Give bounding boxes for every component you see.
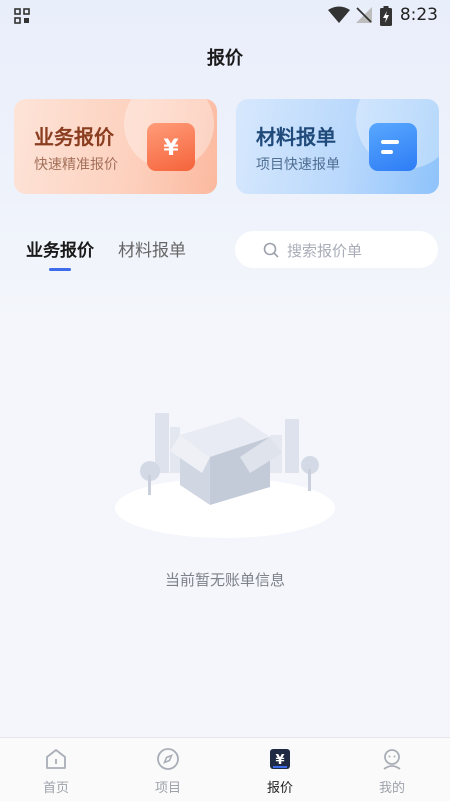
search-placeholder: 搜索报价单 xyxy=(287,242,363,260)
svg-text:¥: ¥ xyxy=(163,136,179,161)
empty-state-message: 当前暂无账单信息 xyxy=(164,571,285,589)
active-tab-indicator xyxy=(49,268,71,271)
yen-tag-icon: ¥ xyxy=(147,123,195,171)
nav-home[interactable]: 首页 xyxy=(0,738,112,801)
app-grid-icon xyxy=(14,8,30,24)
profile-icon xyxy=(383,749,401,770)
search-input[interactable]: 搜索报价单 xyxy=(235,231,438,268)
no-signal-icon xyxy=(356,7,372,23)
nav-label: 报价 xyxy=(266,781,293,796)
business-quote-card[interactable]: 业务报价 快速精准报价 ¥ xyxy=(14,99,217,194)
compass-icon xyxy=(157,748,179,770)
home-icon xyxy=(46,749,66,769)
svg-text:¥: ¥ xyxy=(275,753,284,768)
material-order-card[interactable]: 材料报单 项目快速报单 xyxy=(236,99,439,194)
nav-profile[interactable]: 我的 xyxy=(336,738,448,801)
page-title: 报价 xyxy=(207,48,243,69)
card-title: 业务报价 xyxy=(34,125,114,149)
tab-material-order[interactable]: 材料报单 xyxy=(118,236,186,261)
quote-icon: ¥ xyxy=(270,749,290,769)
nav-label: 首页 xyxy=(42,781,69,796)
nav-label: 我的 xyxy=(378,781,405,796)
tab-business-quote[interactable]: 业务报价 xyxy=(26,236,94,261)
battery-icon xyxy=(380,6,392,26)
nav-projects[interactable]: 项目 xyxy=(112,738,224,801)
card-subtitle: 快速精准报价 xyxy=(34,157,118,173)
wifi-icon xyxy=(328,6,350,23)
status-time: 8:23 xyxy=(399,5,438,25)
document-list-icon xyxy=(369,123,417,171)
bottom-navigation: 首页 项目 ¥ 报价 我的 xyxy=(0,737,450,801)
card-subtitle: 项目快速报单 xyxy=(256,157,340,173)
nav-quote[interactable]: ¥ 报价 xyxy=(224,738,336,801)
search-icon xyxy=(263,242,279,258)
nav-label: 项目 xyxy=(154,781,181,796)
card-title: 材料报单 xyxy=(256,125,336,149)
empty-box-illustration xyxy=(115,413,335,538)
status-bar: 8:23 xyxy=(0,0,450,32)
